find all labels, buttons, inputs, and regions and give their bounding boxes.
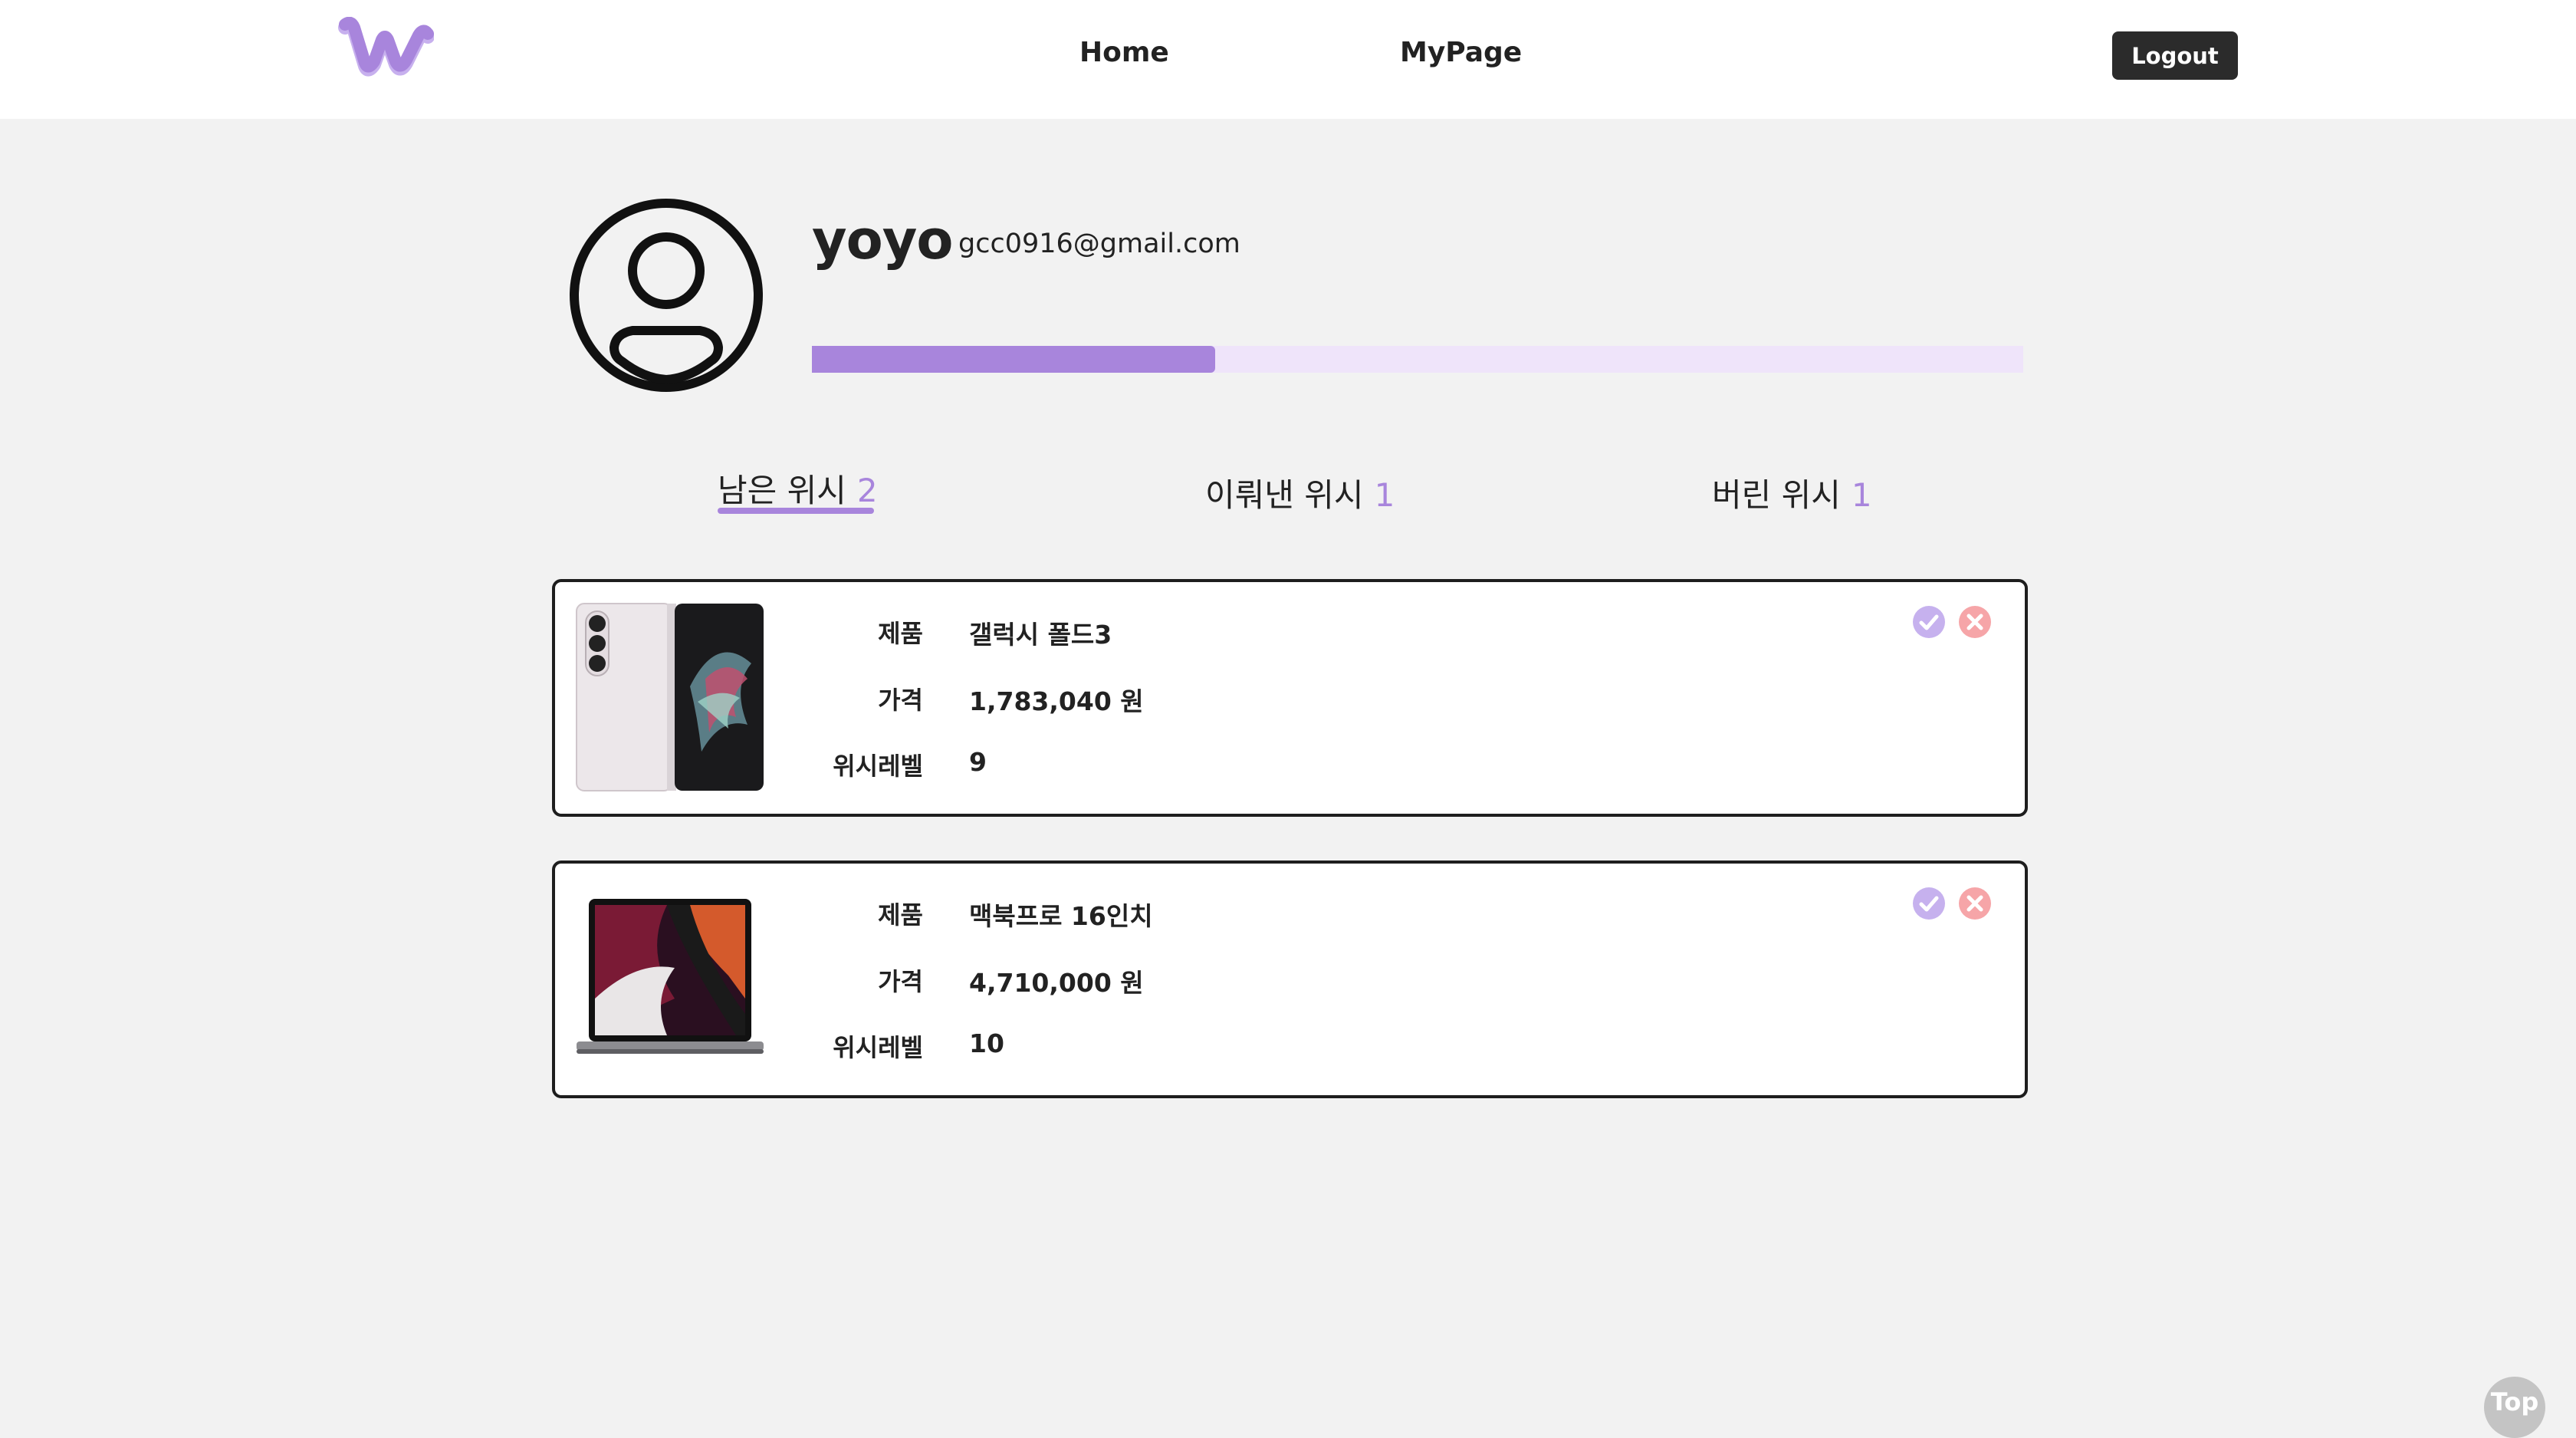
tab-count: 1: [1851, 476, 1872, 514]
product-label: 제품: [878, 900, 923, 930]
tab-achieved-wishes[interactable]: 이뤄낸 위시 1: [1205, 469, 1395, 516]
tab-count: 2: [856, 472, 878, 509]
tab-label: 버린 위시: [1712, 476, 1841, 514]
product-name: 맥북프로 16인치: [969, 901, 1153, 931]
product-price: 4,710,000 원: [969, 968, 1144, 998]
top-header: Home MyPage Logout: [0, 0, 2576, 119]
profile-username: yoyo: [812, 209, 953, 271]
tab-label: 남은 위시: [718, 472, 846, 509]
check-icon[interactable]: [1912, 605, 1946, 639]
logout-button[interactable]: Logout: [2112, 31, 2238, 80]
wish-progress-bar: [812, 346, 2023, 373]
nav-home-link[interactable]: Home: [1079, 37, 1169, 68]
wishlist-logo-icon[interactable]: [337, 17, 434, 87]
close-icon[interactable]: [1958, 605, 1992, 639]
product-name: 갤럭시 폴드3: [969, 620, 1112, 650]
check-icon[interactable]: [1912, 887, 1946, 920]
price-label: 가격: [878, 967, 923, 996]
wish-item-card: 제품 맥북프로 16인치 가격 4,710,000 원 위시레벨 10: [552, 860, 2028, 1098]
nav-mypage-link[interactable]: MyPage: [1400, 37, 1522, 68]
galaxy-fold-image: [576, 603, 764, 791]
tab-discarded-wishes[interactable]: 버린 위시 1: [1712, 469, 1872, 516]
scroll-top-button[interactable]: Top: [2484, 1377, 2545, 1438]
wish-progress-fill: [812, 346, 1216, 373]
wish-item-card: 제품 갤럭시 폴드3 가격 1,783,040 원 위시레벨 9: [552, 579, 2028, 817]
tab-count: 1: [1374, 476, 1395, 514]
price-label: 가격: [878, 686, 923, 715]
product-label: 제품: [878, 619, 923, 648]
wish-level-value: 9: [969, 747, 987, 777]
wish-level-value: 10: [969, 1028, 1004, 1058]
tab-label: 이뤄낸 위시: [1205, 476, 1364, 514]
active-tab-underline: [718, 508, 874, 514]
tab-remaining-wishes[interactable]: 남은 위시 2: [718, 465, 878, 512]
product-price: 1,783,040 원: [969, 686, 1144, 716]
close-icon[interactable]: [1958, 887, 1992, 920]
profile-email: gcc0916@gmail.com: [958, 229, 1240, 259]
wish-level-label: 위시레벨: [833, 1033, 923, 1062]
macbook-pro-image: [577, 899, 764, 1054]
user-avatar-icon: [570, 199, 763, 392]
wish-level-label: 위시레벨: [833, 752, 923, 781]
